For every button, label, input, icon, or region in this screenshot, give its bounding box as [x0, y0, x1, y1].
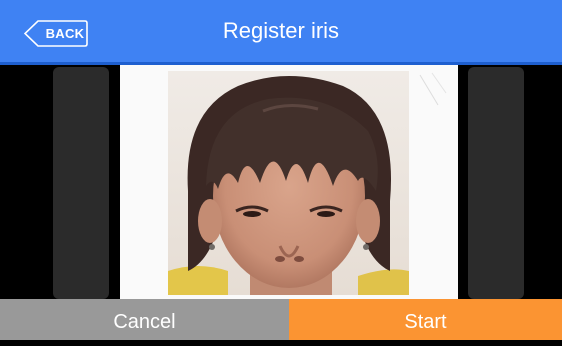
camera-face-preview [168, 71, 409, 295]
cancel-button[interactable]: Cancel [0, 299, 289, 340]
page-title: Register iris [222, 18, 340, 43]
action-bar: Cancel Start [0, 299, 562, 340]
right-iris-panel [468, 67, 524, 299]
face-image [168, 71, 409, 295]
left-iris-panel [53, 67, 109, 299]
start-button[interactable]: Start [289, 299, 562, 340]
header-bar: BACK Register iris [0, 0, 562, 62]
